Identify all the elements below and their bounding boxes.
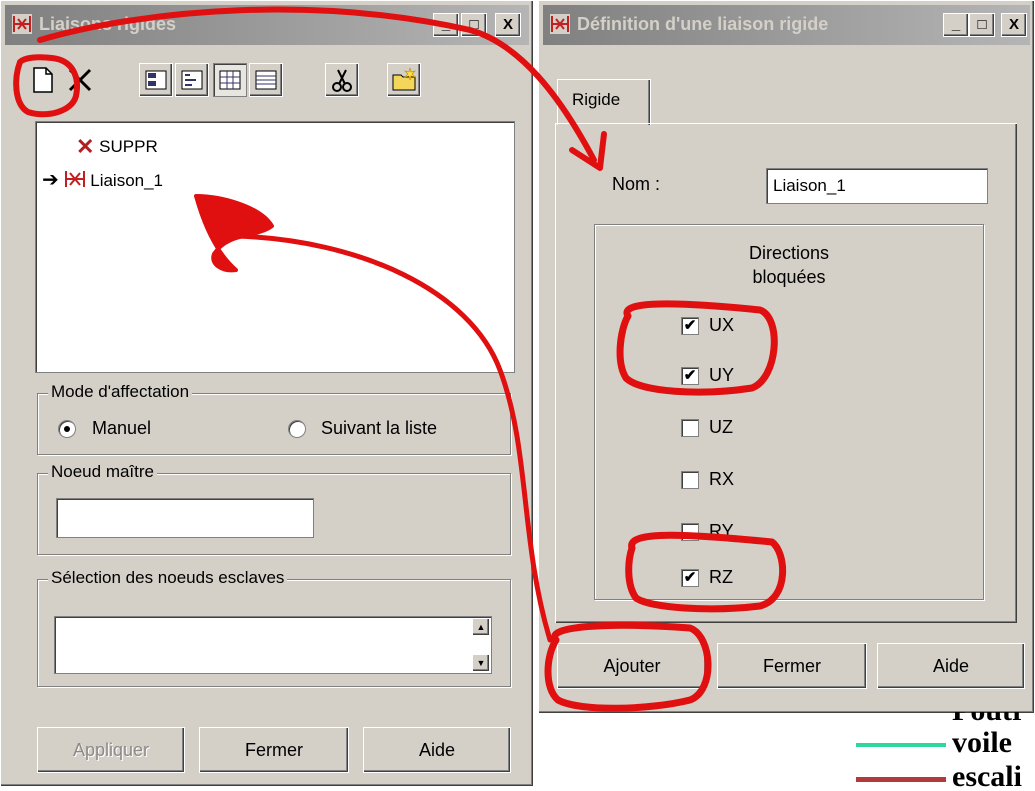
- legend-label: voile: [952, 726, 1012, 759]
- minimize-button[interactable]: _: [943, 13, 969, 37]
- name-input[interactable]: Liaison_1: [766, 168, 988, 204]
- direction-label-ux: UX: [709, 315, 735, 335]
- legend: Poutr voile escali: [840, 712, 1035, 791]
- manual-label: Manuel: [92, 418, 152, 438]
- scroll-down-button[interactable]: ▼: [472, 654, 490, 672]
- master-node-label: Noeud maître: [48, 462, 157, 482]
- help-button-right[interactable]: Aide: [877, 643, 1025, 689]
- toolbar: [15, 63, 525, 101]
- liaisons-window: Liaisons rigides _ □ X ✕ SUPPR ➔ Liaison…: [0, 0, 534, 787]
- cut-button[interactable]: [325, 63, 359, 97]
- view-button-4[interactable]: [249, 63, 283, 97]
- links-list[interactable]: ✕ SUPPR ➔ Liaison_1: [35, 121, 515, 373]
- direction-label-ry: RY: [709, 521, 734, 541]
- list-item[interactable]: ➔ Liaison_1: [42, 166, 163, 192]
- liaisons-title-bar[interactable]: Liaisons rigides _ □ X: [5, 5, 529, 45]
- directions-label-line-1: Directions: [748, 243, 830, 263]
- liaisons-window-title: Liaisons rigides: [39, 14, 177, 34]
- delete-icon: [68, 68, 92, 92]
- directions-label-line-2: bloquées: [752, 267, 826, 287]
- list-radio[interactable]: [288, 420, 306, 438]
- help-button-left[interactable]: Aide: [363, 727, 511, 773]
- name-input-value: Liaison_1: [773, 176, 846, 195]
- add-button[interactable]: Ajouter: [557, 643, 707, 689]
- assignment-mode-group: Mode d'affectation Manuel Suivant la lis…: [37, 382, 511, 455]
- view-icon-3: [219, 70, 241, 90]
- scroll-up-button[interactable]: ▲: [472, 618, 490, 636]
- list-item-label: SUPPR: [99, 137, 158, 156]
- directions-label: Directions bloquées: [595, 241, 983, 289]
- arrow-right-icon: ➔: [42, 169, 59, 191]
- slave-nodes-textarea[interactable]: ▲ ▼: [54, 616, 492, 674]
- rigid-link-definition-window: Définition d'une liaison rigide _ □ X Ri…: [538, 0, 1035, 714]
- cut-icon: [332, 69, 352, 92]
- direction-checkbox-uy[interactable]: ✔: [681, 367, 699, 385]
- view-button-1[interactable]: [139, 63, 173, 97]
- direction-label-rz: RZ: [709, 567, 733, 587]
- master-node-input[interactable]: [56, 498, 314, 538]
- rigid-link-icon: [12, 14, 32, 34]
- close-button-right[interactable]: Fermer: [717, 643, 867, 689]
- view-icon-1: [145, 70, 167, 90]
- view-icon-2: [181, 70, 203, 90]
- rigid-link-icon: [550, 14, 570, 34]
- close-button[interactable]: X: [495, 13, 521, 37]
- apply-button[interactable]: Appliquer: [37, 727, 185, 773]
- tab-rigide[interactable]: Rigide: [557, 79, 651, 125]
- slave-nodes-group: Sélection des noeuds esclaves ▲ ▼: [37, 568, 511, 687]
- direction-checkbox-rz[interactable]: ✔: [681, 569, 699, 587]
- direction-label-uy: UY: [709, 365, 735, 385]
- minimize-button[interactable]: _: [433, 13, 459, 37]
- direction-checkbox-uz[interactable]: [681, 419, 699, 437]
- name-label: Nom :: [612, 174, 661, 194]
- legend-swatch: [856, 777, 946, 782]
- slave-nodes-label: Sélection des noeuds esclaves: [48, 568, 288, 588]
- definition-title-bar[interactable]: Définition d'une liaison rigide _ □ X: [543, 5, 1030, 45]
- maximize-button[interactable]: □: [969, 13, 995, 37]
- blocked-directions-group: Directions bloquées ✔ UX ✔ UY UZ RX RY ✔ RZ: [594, 224, 984, 600]
- direction-checkbox-ry[interactable]: [681, 523, 699, 541]
- new-button[interactable]: [25, 63, 59, 97]
- master-node-group: Noeud maître: [37, 462, 511, 555]
- direction-checkbox-ux[interactable]: ✔: [681, 317, 699, 335]
- assignment-mode-label: Mode d'affectation: [48, 382, 193, 402]
- legend-label: escali: [952, 760, 1022, 791]
- delete-button[interactable]: [63, 63, 97, 97]
- folder-button[interactable]: [387, 63, 421, 97]
- close-button[interactable]: X: [1001, 13, 1027, 37]
- manual-radio[interactable]: [58, 420, 76, 438]
- folder-icon: [392, 67, 417, 91]
- definition-window-title: Définition d'une liaison rigide: [577, 14, 829, 34]
- close-button-left[interactable]: Fermer: [199, 727, 349, 773]
- delete-x-icon: ✕: [76, 134, 95, 159]
- legend-swatch: [856, 743, 946, 747]
- direction-label-uz: UZ: [709, 417, 733, 437]
- rigid-link-icon: [64, 171, 85, 187]
- list-item-label: Liaison_1: [90, 171, 164, 190]
- view-icon-4: [255, 70, 277, 90]
- maximize-button[interactable]: □: [461, 13, 487, 37]
- list-item[interactable]: ✕ SUPPR: [76, 134, 158, 160]
- view-button-3[interactable]: [213, 63, 247, 97]
- tab-panel: Nom : Liaison_1 Directions bloquées ✔ UX ✔…: [555, 123, 1017, 623]
- new-icon: [33, 67, 53, 93]
- direction-checkbox-rx[interactable]: [681, 471, 699, 489]
- tab-rigide-label: Rigide: [572, 90, 621, 109]
- direction-label-rx: RX: [709, 469, 735, 489]
- list-label: Suivant la liste: [321, 418, 438, 438]
- view-button-2[interactable]: [175, 63, 209, 97]
